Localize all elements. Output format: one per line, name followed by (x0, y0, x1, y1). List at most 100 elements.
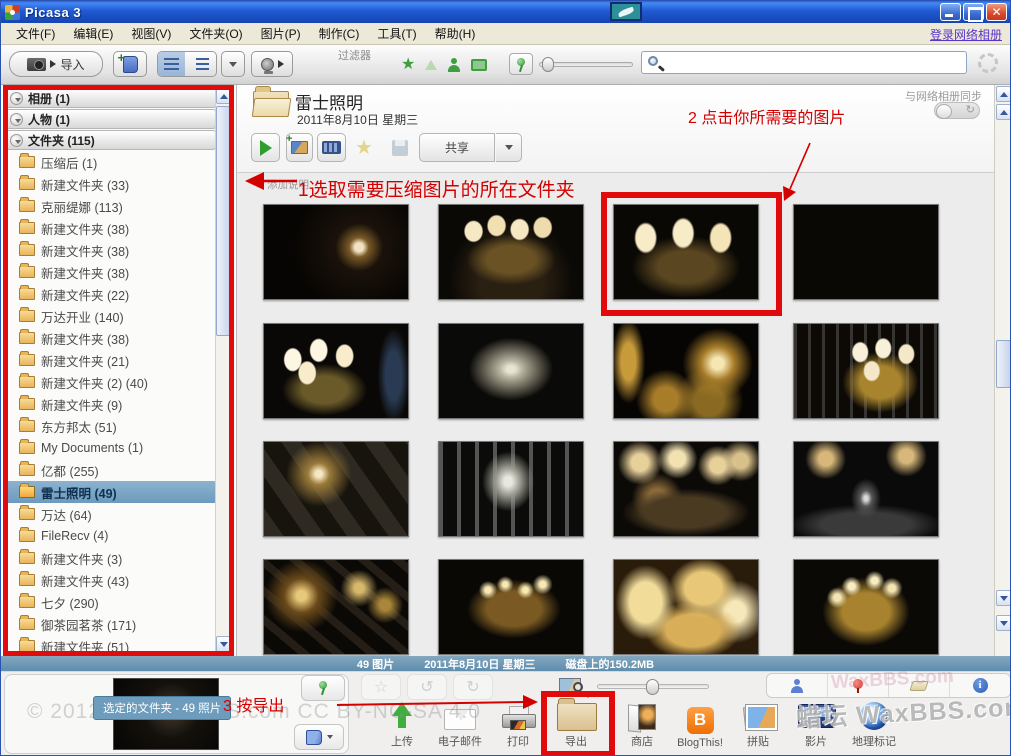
scroll-down-button[interactable] (216, 636, 231, 652)
sync-toggle[interactable] (934, 102, 980, 119)
scroll-bottom-button[interactable] (996, 615, 1010, 631)
scroll-up-button[interactable] (996, 104, 1010, 120)
add-album-button[interactable] (113, 50, 147, 77)
sidebar-folder[interactable]: 万达 (64) (6, 503, 216, 525)
sidebar-folder-selected[interactable]: 雷士照明 (49) (6, 481, 216, 503)
save-button[interactable] (387, 133, 413, 162)
people-panel-button[interactable] (767, 674, 828, 697)
photo-thumbnail[interactable] (263, 204, 409, 300)
photo-thumbnail[interactable] (438, 204, 584, 300)
photo-thumbnail[interactable] (793, 204, 939, 300)
menu-item[interactable]: 制作(C) (310, 23, 369, 44)
sidebar-folder[interactable]: 亿都 (255) (6, 459, 216, 481)
photo-thumbnail[interactable] (793, 323, 939, 419)
faces-filter-icon[interactable] (447, 58, 461, 72)
tree-view-button[interactable] (189, 52, 216, 76)
action-print-button[interactable]: 打印 (489, 700, 547, 749)
expand-icon[interactable] (10, 112, 23, 126)
sidebar-folder[interactable]: 七夕 (290) (6, 591, 216, 613)
maximize-button[interactable] (963, 3, 984, 22)
expand-icon[interactable] (10, 91, 23, 105)
photo-thumbnail[interactable] (613, 204, 759, 300)
create-collage-button[interactable] (286, 133, 313, 162)
menu-item[interactable]: 帮助(H) (426, 23, 485, 44)
minimize-button[interactable] (940, 3, 961, 21)
action-export-button[interactable]: 导出 (547, 698, 605, 749)
expand-icon[interactable] (10, 133, 23, 147)
sidebar-folder[interactable]: FileRecv (4) (6, 525, 216, 547)
slideshow-button[interactable] (251, 133, 280, 162)
photo-thumbnail[interactable] (613, 323, 759, 419)
share-dropdown-button[interactable] (496, 133, 522, 162)
geotag-filter-button[interactable] (509, 53, 533, 75)
action-shop-button[interactable]: 商店 (613, 700, 671, 749)
sidebar-folder[interactable]: 新建文件夹 (43) (6, 569, 216, 591)
sidebar-folder[interactable]: 压缩后 (1) (6, 151, 216, 173)
photo-thumbnail[interactable] (793, 441, 939, 537)
star-button[interactable]: ★ (351, 133, 377, 162)
sidebar-folder[interactable]: 新建文件夹 (33) (6, 173, 216, 195)
photo-thumbnail[interactable] (438, 441, 584, 537)
tray-album-button[interactable] (294, 724, 344, 750)
create-movie-button[interactable] (317, 133, 346, 162)
scroll-down-button[interactable] (996, 590, 1010, 606)
scroll-up-button[interactable] (216, 88, 231, 104)
photo-thumbnail[interactable] (793, 559, 939, 655)
date-filter-slider[interactable] (539, 57, 633, 72)
thumbnail-zoom-slider[interactable] (597, 679, 709, 695)
sidebar-folder[interactable]: 万达开业 (140) (6, 305, 216, 327)
content-scrollbar[interactable] (994, 85, 1010, 656)
collection-header[interactable]: 人物 (1) (6, 109, 216, 129)
collection-header[interactable]: 文件夹 (115) (6, 130, 216, 150)
action-blog-button[interactable]: B BlogThis! (671, 704, 729, 749)
slider-knob[interactable] (646, 679, 659, 695)
starred-filter-icon[interactable]: ★ (401, 57, 415, 73)
movies-filter-icon[interactable] (471, 59, 488, 71)
sidebar-scrollbar[interactable] (215, 87, 232, 653)
webcam-capture-button[interactable] (251, 51, 293, 77)
pin-icon (517, 58, 525, 66)
sidebar-folder[interactable]: 御茶园茗茶 (171) (6, 613, 216, 635)
menu-item[interactable]: 视图(V) (122, 23, 180, 44)
sidebar-folder[interactable]: My Documents (1) (6, 437, 216, 459)
scrollbar-thumb[interactable] (216, 106, 231, 336)
photo-thumbnail[interactable] (438, 559, 584, 655)
import-button[interactable]: 导入 (9, 51, 103, 77)
view-dropdown-button[interactable] (221, 51, 245, 77)
scrollbar-thumb[interactable] (996, 340, 1010, 388)
photo-thumbnail[interactable] (613, 441, 759, 537)
sidebar-folder[interactable]: 克丽缇娜 (113) (6, 195, 216, 217)
sidebar-folder[interactable]: 东方邦太 (51) (6, 415, 216, 437)
close-button[interactable] (986, 3, 1007, 21)
photo-thumbnail[interactable] (263, 323, 409, 419)
action-collage-button[interactable]: 拼贴 (729, 700, 787, 749)
menu-item[interactable]: 图片(P) (252, 23, 310, 44)
sidebar-folder[interactable]: 新建文件夹 (2) (40) (6, 371, 216, 393)
photo-thumbnail[interactable] (263, 559, 409, 655)
menu-item[interactable]: 编辑(E) (64, 23, 122, 44)
sidebar-folder[interactable]: 新建文件夹 (38) (6, 217, 216, 239)
photo-thumbnail[interactable] (263, 441, 409, 537)
flat-view-button[interactable] (158, 52, 185, 76)
sidebar-folder[interactable]: 新建文件夹 (38) (6, 327, 216, 349)
menu-item[interactable]: 文件夹(O) (180, 23, 251, 44)
share-button[interactable]: 共享 (419, 133, 495, 162)
slider-knob[interactable] (542, 57, 554, 72)
scroll-top-button[interactable] (996, 86, 1010, 102)
uploaded-filter-icon[interactable] (425, 60, 438, 70)
sidebar-folder[interactable]: 新建文件夹 (9) (6, 393, 216, 415)
sidebar-folder[interactable]: 新建文件夹 (22) (6, 283, 216, 305)
collection-header[interactable]: 相册 (1) (6, 88, 216, 108)
sidebar-folder[interactable]: 新建文件夹 (21) (6, 349, 216, 371)
sidebar-folder[interactable]: 新建文件夹 (51) (6, 635, 216, 657)
menu-item[interactable]: 文件(F) (7, 23, 64, 44)
photo-thumbnail[interactable] (438, 323, 584, 419)
photo-thumbnail[interactable] (613, 559, 759, 655)
sidebar-folder[interactable]: 新建文件夹 (3) (6, 547, 216, 569)
web-album-login-link[interactable]: 登录网络相册 (930, 26, 1002, 43)
sidebar-folder[interactable]: 新建文件夹 (38) (6, 239, 216, 261)
folder-label: 压缩后 (1) (41, 156, 98, 171)
search-input[interactable] (641, 51, 967, 74)
sidebar-folder[interactable]: 新建文件夹 (38) (6, 261, 216, 283)
menu-item[interactable]: 工具(T) (368, 23, 425, 44)
